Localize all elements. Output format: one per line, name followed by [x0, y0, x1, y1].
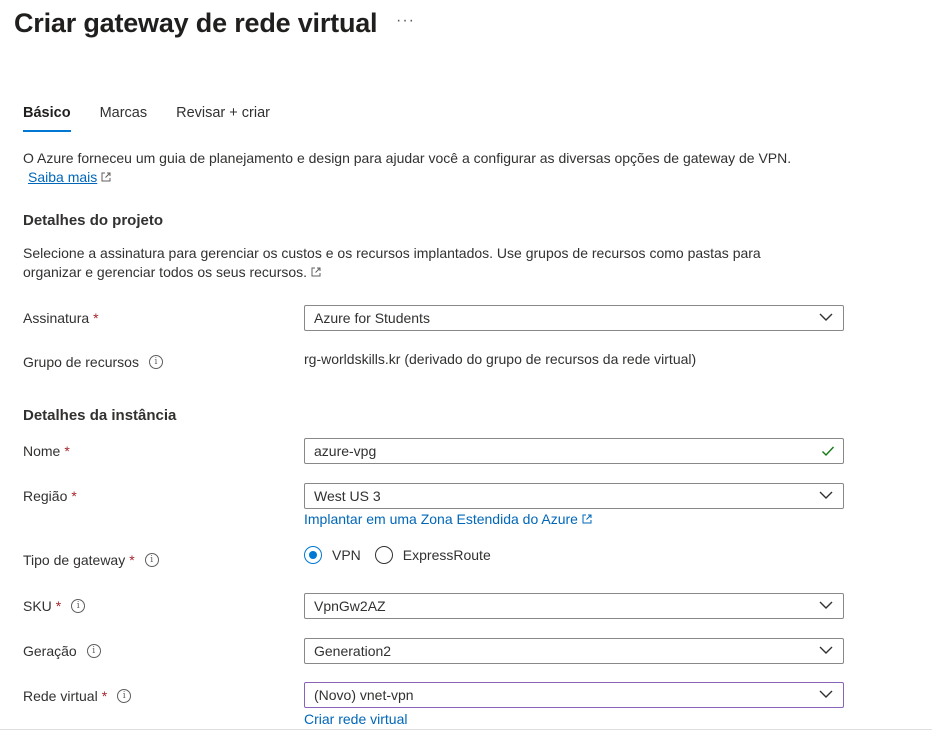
chevron-down-icon: [819, 491, 833, 499]
vnet-label-text: Rede virtual: [23, 688, 98, 704]
name-input[interactable]: azure-vpg: [304, 438, 844, 464]
project-description: Selecione a assinatura para gerenciar os…: [23, 244, 761, 282]
required-marker: *: [71, 488, 77, 504]
name-label: Nome *: [23, 443, 70, 459]
chevron-down-icon: [819, 646, 833, 654]
generation-value: Generation2: [314, 643, 392, 659]
gateway-type-label-text: Tipo de gateway: [23, 552, 126, 568]
resource-group-label: Grupo de recursos i: [23, 354, 163, 370]
required-marker: *: [55, 598, 62, 614]
project-description-line1: Selecione a assinatura para gerenciar os…: [23, 245, 761, 261]
tab-bar: Básico Marcas Revisar + criar: [23, 105, 299, 132]
radio-expressroute-label[interactable]: ExpressRoute: [403, 547, 491, 563]
vnet-select[interactable]: (Novo) vnet-vpn: [304, 682, 844, 708]
project-description-line2: organizar e gerenciar todos os seus recu…: [23, 264, 308, 280]
divider: [0, 729, 932, 730]
intro-text: O Azure forneceu um guia de planejamento…: [23, 149, 791, 187]
generation-label: Geração i: [23, 643, 101, 659]
sku-label-text: SKU: [23, 598, 52, 614]
info-icon[interactable]: i: [86, 644, 101, 658]
name-label-text: Nome: [23, 443, 61, 459]
subscription-select[interactable]: Azure for Students: [304, 305, 844, 331]
required-marker: *: [93, 310, 99, 326]
create-vnet-link[interactable]: Criar rede virtual: [304, 711, 407, 727]
gateway-type-label: Tipo de gateway * i: [23, 552, 159, 568]
saiba-mais-link[interactable]: Saiba mais: [28, 169, 97, 185]
sku-value: VpnGw2AZ: [314, 598, 386, 614]
subscription-label: Assinatura *: [23, 310, 99, 326]
subscription-label-text: Assinatura: [23, 310, 90, 326]
external-link-icon[interactable]: [311, 267, 321, 277]
external-link-icon: [101, 172, 111, 182]
more-options-icon[interactable]: ···: [396, 12, 415, 30]
info-icon[interactable]: i: [117, 689, 132, 703]
vnet-label: Rede virtual * i: [23, 688, 132, 704]
required-marker: *: [64, 443, 70, 459]
radio-expressroute[interactable]: [374, 546, 393, 564]
info-icon[interactable]: i: [144, 553, 159, 567]
create-vnet-link-wrap: Criar rede virtual: [304, 711, 407, 727]
radio-vpn[interactable]: [304, 546, 322, 564]
instance-details-heading: Detalhes da instância: [23, 407, 177, 424]
radio-vpn-label[interactable]: VPN: [332, 547, 361, 563]
gateway-type-radio-group: VPN ExpressRoute: [304, 546, 491, 564]
external-link-icon: [582, 514, 592, 524]
region-select[interactable]: West US 3: [304, 483, 844, 509]
info-icon[interactable]: i: [148, 355, 163, 369]
extended-zone-link-wrap: Implantar em uma Zona Estendida do Azure: [304, 511, 592, 527]
name-value: azure-vpg: [314, 443, 377, 459]
chevron-down-icon: [819, 313, 833, 321]
region-label-text: Região: [23, 488, 68, 504]
checkmark-icon: [822, 446, 835, 457]
required-marker: *: [129, 552, 135, 568]
project-details-heading: Detalhes do projeto: [23, 212, 164, 229]
intro-description: O Azure forneceu um guia de planejamento…: [23, 150, 792, 166]
generation-label-text: Geração: [23, 643, 77, 659]
vnet-value: (Novo) vnet-vpn: [314, 687, 414, 703]
generation-select[interactable]: Generation2: [304, 638, 844, 664]
tab-basico[interactable]: Básico: [23, 105, 71, 132]
info-icon[interactable]: i: [71, 599, 86, 613]
tab-marcas[interactable]: Marcas: [100, 105, 148, 132]
sku-label: SKU * i: [23, 598, 86, 614]
resource-group-value: rg-worldskills.kr (derivado do grupo de …: [304, 351, 697, 367]
sku-select[interactable]: VpnGw2AZ: [304, 593, 844, 619]
page-title: Criar gateway de rede virtual: [14, 8, 378, 38]
extended-zone-link[interactable]: Implantar em uma Zona Estendida do Azure: [304, 511, 578, 527]
required-marker: *: [101, 688, 108, 704]
resource-group-label-text: Grupo de recursos: [23, 354, 139, 370]
chevron-down-icon: [819, 601, 833, 609]
tab-revisar-criar[interactable]: Revisar + criar: [176, 105, 270, 132]
region-value: West US 3: [314, 488, 381, 504]
region-label: Região *: [23, 488, 77, 504]
subscription-value: Azure for Students: [314, 310, 430, 326]
chevron-down-icon: [819, 690, 833, 698]
